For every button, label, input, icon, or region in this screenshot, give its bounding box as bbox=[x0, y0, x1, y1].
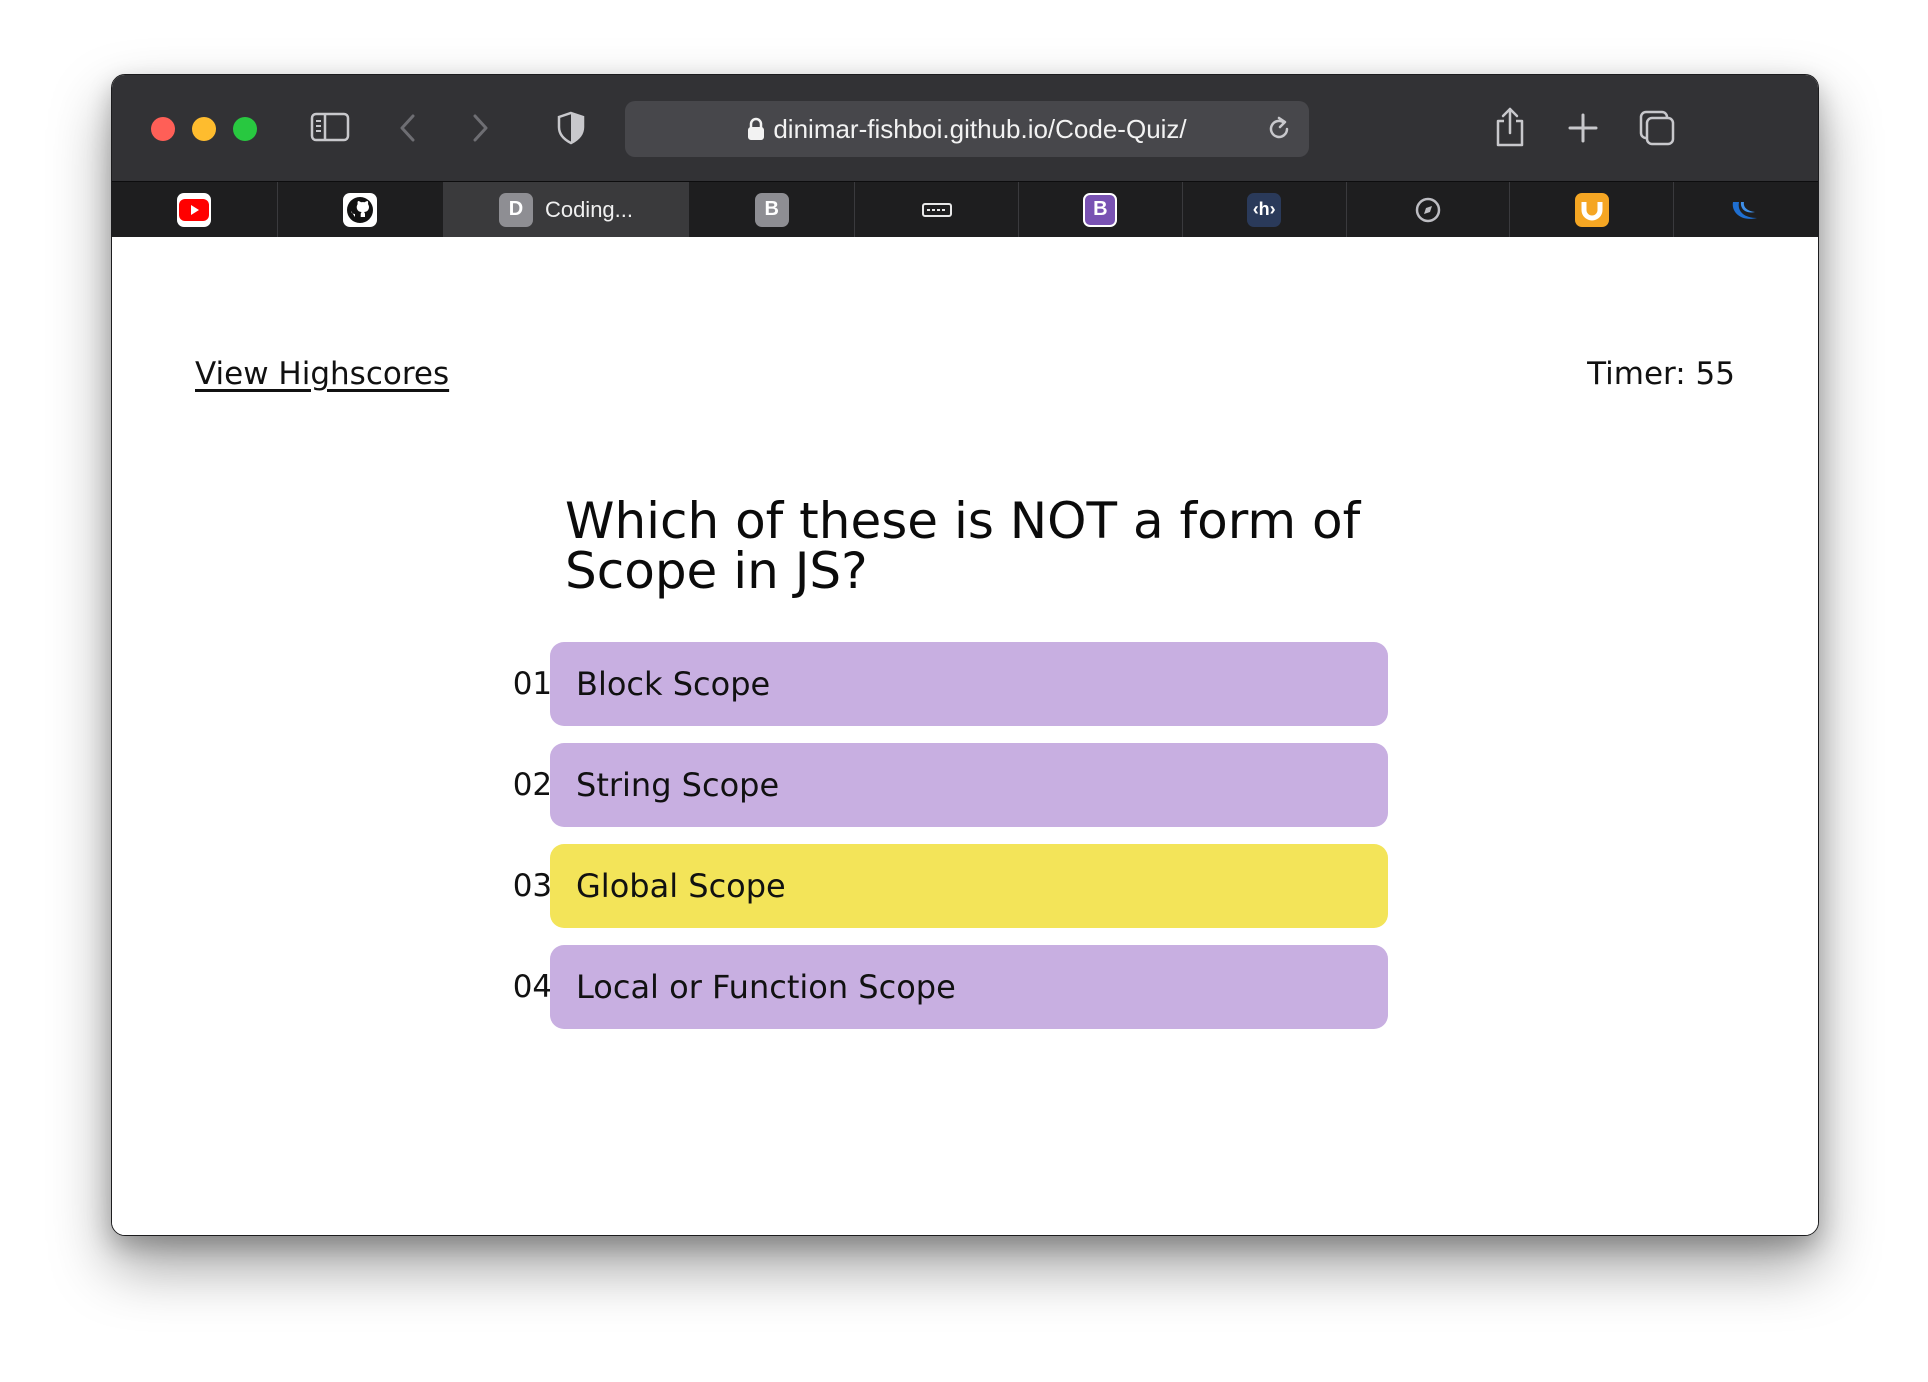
youtube-icon bbox=[177, 192, 212, 227]
page-content: View Highscores Timer: 55 Which of these… bbox=[112, 238, 1818, 1235]
github-icon bbox=[343, 192, 378, 227]
answer-number: 01. bbox=[512, 666, 562, 702]
question-text: Which of these is NOT a form of Scope in… bbox=[565, 492, 1361, 600]
tab-favicon-letter: B bbox=[754, 192, 789, 227]
screenshot-backdrop: dinimar-fishboi.github.io/Code-Quiz/ D C… bbox=[0, 0, 1928, 1382]
answer-button-2[interactable]: String Scope bbox=[550, 743, 1388, 827]
tab-overview-icon[interactable] bbox=[1637, 108, 1677, 148]
tab-favicon-letter: D bbox=[498, 192, 533, 227]
reload-icon[interactable] bbox=[1265, 115, 1293, 147]
browser-window: dinimar-fishboi.github.io/Code-Quiz/ D C… bbox=[111, 74, 1819, 1236]
tab-favicon-letter: B bbox=[1083, 192, 1118, 227]
tab-github[interactable] bbox=[278, 182, 444, 237]
answer-button-1[interactable]: Block Scope bbox=[550, 642, 1388, 726]
forward-arrow-icon[interactable] bbox=[468, 113, 492, 143]
tab-coding-quiz[interactable]: D Coding... bbox=[443, 182, 690, 237]
answer-row: 02. String Scope bbox=[112, 743, 1818, 827]
dark-mode-icon bbox=[920, 193, 954, 227]
url-text: dinimar-fishboi.github.io/Code-Quiz/ bbox=[773, 113, 1187, 144]
answer-number: 04. bbox=[512, 969, 562, 1005]
minimize-window-button[interactable] bbox=[192, 117, 216, 141]
answer-number: 02. bbox=[512, 767, 562, 803]
close-window-button[interactable] bbox=[151, 117, 175, 141]
zoom-window-button[interactable] bbox=[233, 117, 257, 141]
answer-button-3[interactable]: Global Scope bbox=[550, 844, 1388, 928]
tab-bar: D Coding... B B ‹h› bbox=[112, 181, 1818, 237]
tab-magnet[interactable] bbox=[1510, 182, 1675, 237]
timer-label: Timer: bbox=[1587, 356, 1696, 392]
magnet-icon bbox=[1574, 192, 1609, 227]
sidebar-toggle-icon[interactable] bbox=[310, 111, 350, 143]
tab-favicon-letter: ‹h› bbox=[1247, 192, 1282, 227]
share-icon[interactable] bbox=[1492, 105, 1528, 149]
back-arrow-icon[interactable] bbox=[396, 113, 420, 143]
jquery-icon bbox=[1729, 193, 1763, 227]
tab-dark-site[interactable] bbox=[855, 182, 1019, 237]
answer-row: 04. Local or Function Scope bbox=[112, 945, 1818, 1029]
answer-row: 03. Global Scope bbox=[112, 844, 1818, 928]
tab-bootstrap-1[interactable]: B bbox=[689, 182, 856, 237]
tab-youtube[interactable] bbox=[112, 182, 278, 237]
answer-number: 03. bbox=[512, 868, 562, 904]
timer-value: 55 bbox=[1695, 356, 1735, 392]
answer-row: 01. Block Scope bbox=[112, 642, 1818, 726]
browser-toolbar: dinimar-fishboi.github.io/Code-Quiz/ bbox=[112, 75, 1818, 181]
answer-button-4[interactable]: Local or Function Scope bbox=[550, 945, 1388, 1029]
compass-icon bbox=[1411, 193, 1445, 227]
tab-title: Coding... bbox=[544, 196, 634, 222]
view-highscores-link[interactable]: View Highscores bbox=[195, 356, 449, 392]
address-bar[interactable]: dinimar-fishboi.github.io/Code-Quiz/ bbox=[625, 101, 1309, 157]
tab-compass[interactable] bbox=[1347, 182, 1511, 237]
timer: Timer: 55 bbox=[1587, 356, 1735, 392]
tab-bootstrap-2[interactable]: B bbox=[1019, 182, 1183, 237]
tab-jquery[interactable] bbox=[1674, 182, 1818, 237]
new-tab-icon[interactable] bbox=[1568, 113, 1598, 143]
tab-hyper[interactable]: ‹h› bbox=[1183, 182, 1347, 237]
lock-icon bbox=[747, 117, 765, 141]
privacy-shield-icon[interactable] bbox=[556, 111, 586, 145]
